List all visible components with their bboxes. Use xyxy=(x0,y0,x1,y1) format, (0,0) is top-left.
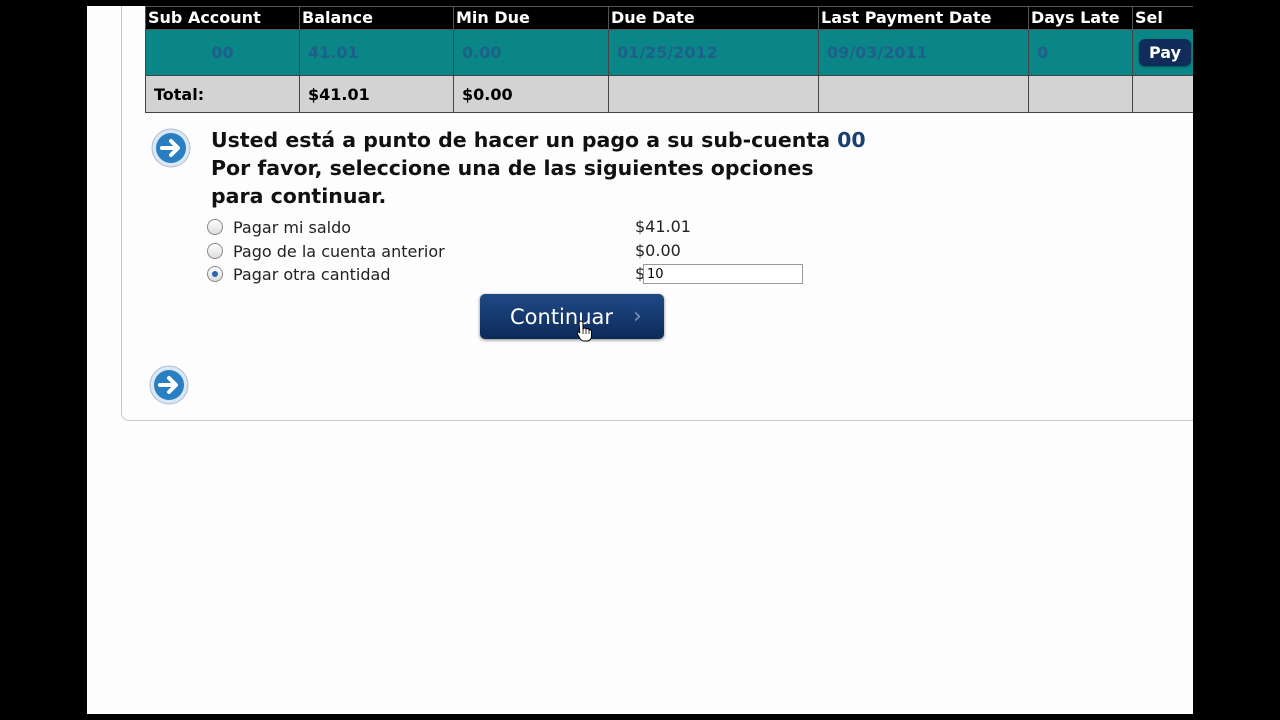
other-amount-input[interactable] xyxy=(643,264,803,284)
col-min-due: Min Due xyxy=(453,6,609,30)
page: Sub Account Balance Min Due Due Date Las… xyxy=(87,6,1193,714)
total-label: Total: xyxy=(145,75,300,113)
option-amount: $0.00 xyxy=(635,241,681,260)
cell-sub-account: 00 xyxy=(145,29,300,76)
radio-pay-balance[interactable] xyxy=(207,219,223,235)
arrow-right-circle-icon xyxy=(151,128,191,168)
col-balance: Balance xyxy=(299,6,454,30)
total-balance: $41.01 xyxy=(299,75,454,113)
sub-accounts-table: Sub Account Balance Min Due Due Date Las… xyxy=(145,6,1193,113)
cell-min-due: 0.00 xyxy=(453,29,609,76)
option-label: Pagar otra cantidad xyxy=(233,264,391,284)
table-header-row: Sub Account Balance Min Due Due Date Las… xyxy=(145,6,1193,30)
hand-cursor-icon xyxy=(576,320,592,342)
arrow-right-circle-icon xyxy=(149,365,189,405)
prompt-line2: Por favor, seleccione una de las siguien… xyxy=(211,156,814,208)
col-days-late: Days Late xyxy=(1028,6,1133,30)
cell-due-date: 01/25/2012 xyxy=(608,29,819,76)
total-empty-cell xyxy=(1132,75,1193,113)
total-empty-cell xyxy=(608,75,819,113)
payment-prompt: Usted está a punto de hacer un pago a su… xyxy=(211,126,871,210)
radio-pay-other[interactable] xyxy=(207,266,223,282)
option-pay-balance[interactable]: Pagar mi saldo xyxy=(207,217,351,237)
cell-days-late: 0 xyxy=(1028,29,1133,76)
continue-label: Continuar xyxy=(510,304,614,329)
cell-select: Pay xyxy=(1132,29,1193,76)
col-sub-account: Sub Account xyxy=(145,6,300,30)
col-last-payment-date: Last Payment Date xyxy=(818,6,1029,30)
total-min-due: $0.00 xyxy=(453,75,609,113)
cell-balance: 41.01 xyxy=(299,29,454,76)
cell-last-payment-date: 09/03/2011 xyxy=(818,29,1029,76)
radio-pay-previous[interactable] xyxy=(207,243,223,259)
total-empty-cell xyxy=(818,75,1029,113)
table-total-row: Total: $41.01 $0.00 xyxy=(145,75,1193,113)
option-pay-previous[interactable]: Pago de la cuenta anterior xyxy=(207,241,445,261)
col-due-date: Due Date xyxy=(608,6,819,30)
pay-button[interactable]: Pay xyxy=(1139,39,1192,66)
option-pay-other[interactable]: Pagar otra cantidad xyxy=(207,264,390,284)
col-select: Sel xyxy=(1132,6,1193,30)
prompt-line1: Usted está a punto de hacer un pago a su… xyxy=(211,128,838,152)
option-label: Pagar mi saldo xyxy=(233,217,352,237)
chevron-right-icon: › xyxy=(633,304,642,329)
option-amount: $41.01 xyxy=(635,217,691,236)
continue-button[interactable]: Continuar › xyxy=(480,294,664,339)
total-empty-cell xyxy=(1028,75,1133,113)
table-row: 00 41.01 0.00 01/25/2012 09/03/2011 0 Pa… xyxy=(145,29,1193,76)
option-label: Pago de la cuenta anterior xyxy=(233,241,445,261)
prompt-account: 00 xyxy=(837,128,866,152)
